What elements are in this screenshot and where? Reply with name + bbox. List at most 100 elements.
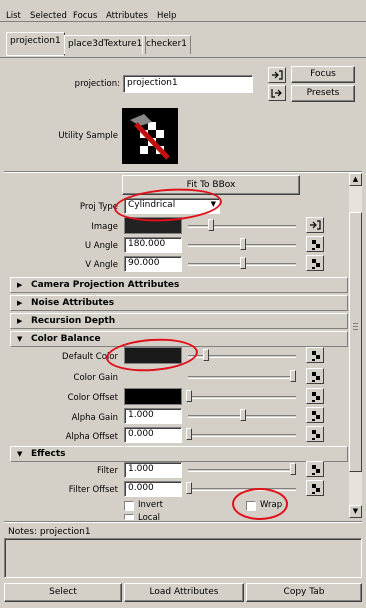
menu-selected[interactable]: Selected — [30, 11, 67, 21]
projection-name-field[interactable]: projection1 — [123, 75, 253, 93]
u-angle-slider-thumb[interactable] — [240, 238, 246, 250]
menu-bar: List Selected Focus Attributes Help — [0, 0, 366, 22]
color-offset-label: Color Offset — [67, 393, 118, 403]
output-connection-button[interactable] — [268, 85, 286, 101]
down-arrow-icon: ▼ — [352, 507, 359, 515]
filter-field[interactable]: 1.000 — [124, 462, 182, 478]
alpha-offset-map-button[interactable] — [306, 426, 324, 442]
divider — [4, 521, 362, 523]
collapse-arrow-icon: ▼ — [17, 335, 23, 343]
section-noise-label: Noise Attributes — [31, 298, 115, 308]
expand-arrow-icon: ▶ — [17, 281, 23, 289]
alpha-gain-label: Alpha Gain — [71, 413, 118, 423]
alpha-gain-map-button[interactable] — [306, 407, 324, 423]
projection-hammer-icon — [130, 114, 170, 160]
color-offset-map-button[interactable] — [306, 388, 324, 404]
up-arrow-icon: ▲ — [352, 175, 359, 183]
scroll-down-button[interactable]: ▼ — [349, 505, 362, 518]
filter-slider-track[interactable] — [188, 469, 296, 472]
alpha-offset-field[interactable]: 0.000 — [124, 427, 182, 443]
image-map-button[interactable] — [306, 217, 324, 233]
filter-label: Filter — [96, 466, 118, 476]
default-color-map-button[interactable] — [306, 347, 324, 363]
section-effects-label: Effects — [31, 449, 66, 459]
load-attributes-button[interactable]: Load Attributes — [124, 583, 244, 602]
filter-offset-field[interactable]: 0.000 — [124, 481, 182, 497]
utility-sample-swatch[interactable] — [122, 108, 178, 164]
v-angle-label: V Angle — [85, 260, 118, 270]
proj-type-label: Proj Type — [79, 202, 118, 212]
color-gain-map-button[interactable] — [306, 368, 324, 384]
tab-projection1[interactable]: projection1 — [6, 32, 65, 56]
color-gain-slider-track[interactable] — [188, 376, 296, 379]
invert-checkbox[interactable] — [124, 501, 134, 511]
input-connection-button[interactable] — [268, 67, 286, 83]
menu-focus[interactable]: Focus — [73, 11, 97, 21]
input-map-icon — [310, 220, 321, 230]
alpha-offset-slider-thumb[interactable] — [186, 428, 192, 440]
filter-slider-thumb[interactable] — [290, 463, 296, 475]
alpha-offset-label: Alpha Offset — [65, 432, 118, 442]
alpha-offset-slider-track[interactable] — [188, 434, 296, 437]
local-checkbox[interactable] — [124, 514, 134, 520]
section-camera-projection[interactable]: ▶ Camera Projection Attributes — [10, 277, 348, 293]
default-color-slider-thumb[interactable] — [203, 349, 209, 361]
image-slider-track[interactable] — [188, 225, 296, 228]
section-recursion-depth[interactable]: ▶ Recursion Depth — [10, 313, 348, 329]
checker-map-icon — [312, 259, 320, 269]
filter-map-button[interactable] — [306, 461, 324, 477]
scroll-up-button[interactable]: ▲ — [349, 173, 362, 186]
menu-help[interactable]: Help — [157, 11, 176, 21]
arrow-out-icon — [271, 89, 282, 98]
section-noise[interactable]: ▶ Noise Attributes — [10, 295, 348, 311]
color-gain-label: Color Gain — [73, 373, 118, 383]
collapse-arrow-icon: ▼ — [17, 450, 23, 458]
v-angle-slider-thumb[interactable] — [240, 257, 246, 269]
projection-label: projection: — [74, 79, 120, 89]
expand-arrow-icon: ▶ — [17, 299, 23, 307]
v-angle-field[interactable]: 90.000 — [124, 256, 182, 272]
u-angle-label: U Angle — [84, 241, 118, 251]
checker-map-icon — [312, 372, 320, 382]
checker-map-icon — [312, 430, 320, 440]
filter-offset-slider-thumb[interactable] — [186, 482, 192, 494]
alpha-gain-field[interactable]: 1.000 — [124, 408, 182, 424]
filter-offset-map-button[interactable] — [306, 480, 324, 496]
annotation-circle-wrap — [232, 488, 288, 520]
checker-map-icon — [312, 240, 320, 250]
image-slider-thumb[interactable] — [208, 219, 214, 231]
expand-arrow-icon: ▶ — [17, 317, 23, 325]
tab-bar: projection1 place3dTexture1 checker1 — [0, 22, 366, 58]
color-gain-slider-thumb[interactable] — [290, 370, 296, 382]
utility-sample-label: Utility Sample — [58, 131, 118, 141]
tab-place3dtexture1[interactable]: place3dTexture1 — [64, 35, 147, 54]
invert-label: Invert — [138, 500, 163, 510]
menu-attributes[interactable]: Attributes — [106, 11, 148, 21]
notes-label: Notes: projection1 — [8, 527, 91, 537]
arrow-in-icon — [272, 70, 283, 80]
u-angle-field[interactable]: 180.000 — [124, 237, 182, 253]
section-camera-label: Camera Projection Attributes — [31, 280, 180, 290]
presets-button[interactable]: Presets — [291, 85, 355, 102]
notes-textarea[interactable] — [4, 538, 362, 578]
tab-checker1[interactable]: checker1 — [142, 35, 191, 54]
color-offset-swatch[interactable] — [124, 388, 182, 405]
checker-map-icon — [312, 465, 320, 475]
filter-offset-label: Filter Offset — [68, 485, 118, 495]
scroll-thumb[interactable] — [349, 212, 362, 472]
color-offset-slider-track[interactable] — [188, 396, 296, 399]
checker-map-icon — [312, 351, 320, 361]
checker-map-icon — [312, 392, 320, 402]
section-effects[interactable]: ▼ Effects — [10, 446, 348, 462]
select-button[interactable]: Select — [4, 583, 122, 602]
section-color-balance-label: Color Balance — [31, 334, 101, 344]
copy-tab-button[interactable]: Copy Tab — [246, 583, 362, 602]
color-offset-slider-thumb[interactable] — [186, 390, 192, 402]
alpha-gain-slider-thumb[interactable] — [240, 409, 246, 421]
focus-button[interactable]: Focus — [291, 66, 355, 83]
v-angle-map-button[interactable] — [306, 255, 324, 271]
image-label: Image — [91, 222, 118, 232]
u-angle-map-button[interactable] — [306, 236, 324, 252]
checker-map-icon — [312, 411, 320, 421]
menu-list[interactable]: List — [6, 11, 21, 21]
